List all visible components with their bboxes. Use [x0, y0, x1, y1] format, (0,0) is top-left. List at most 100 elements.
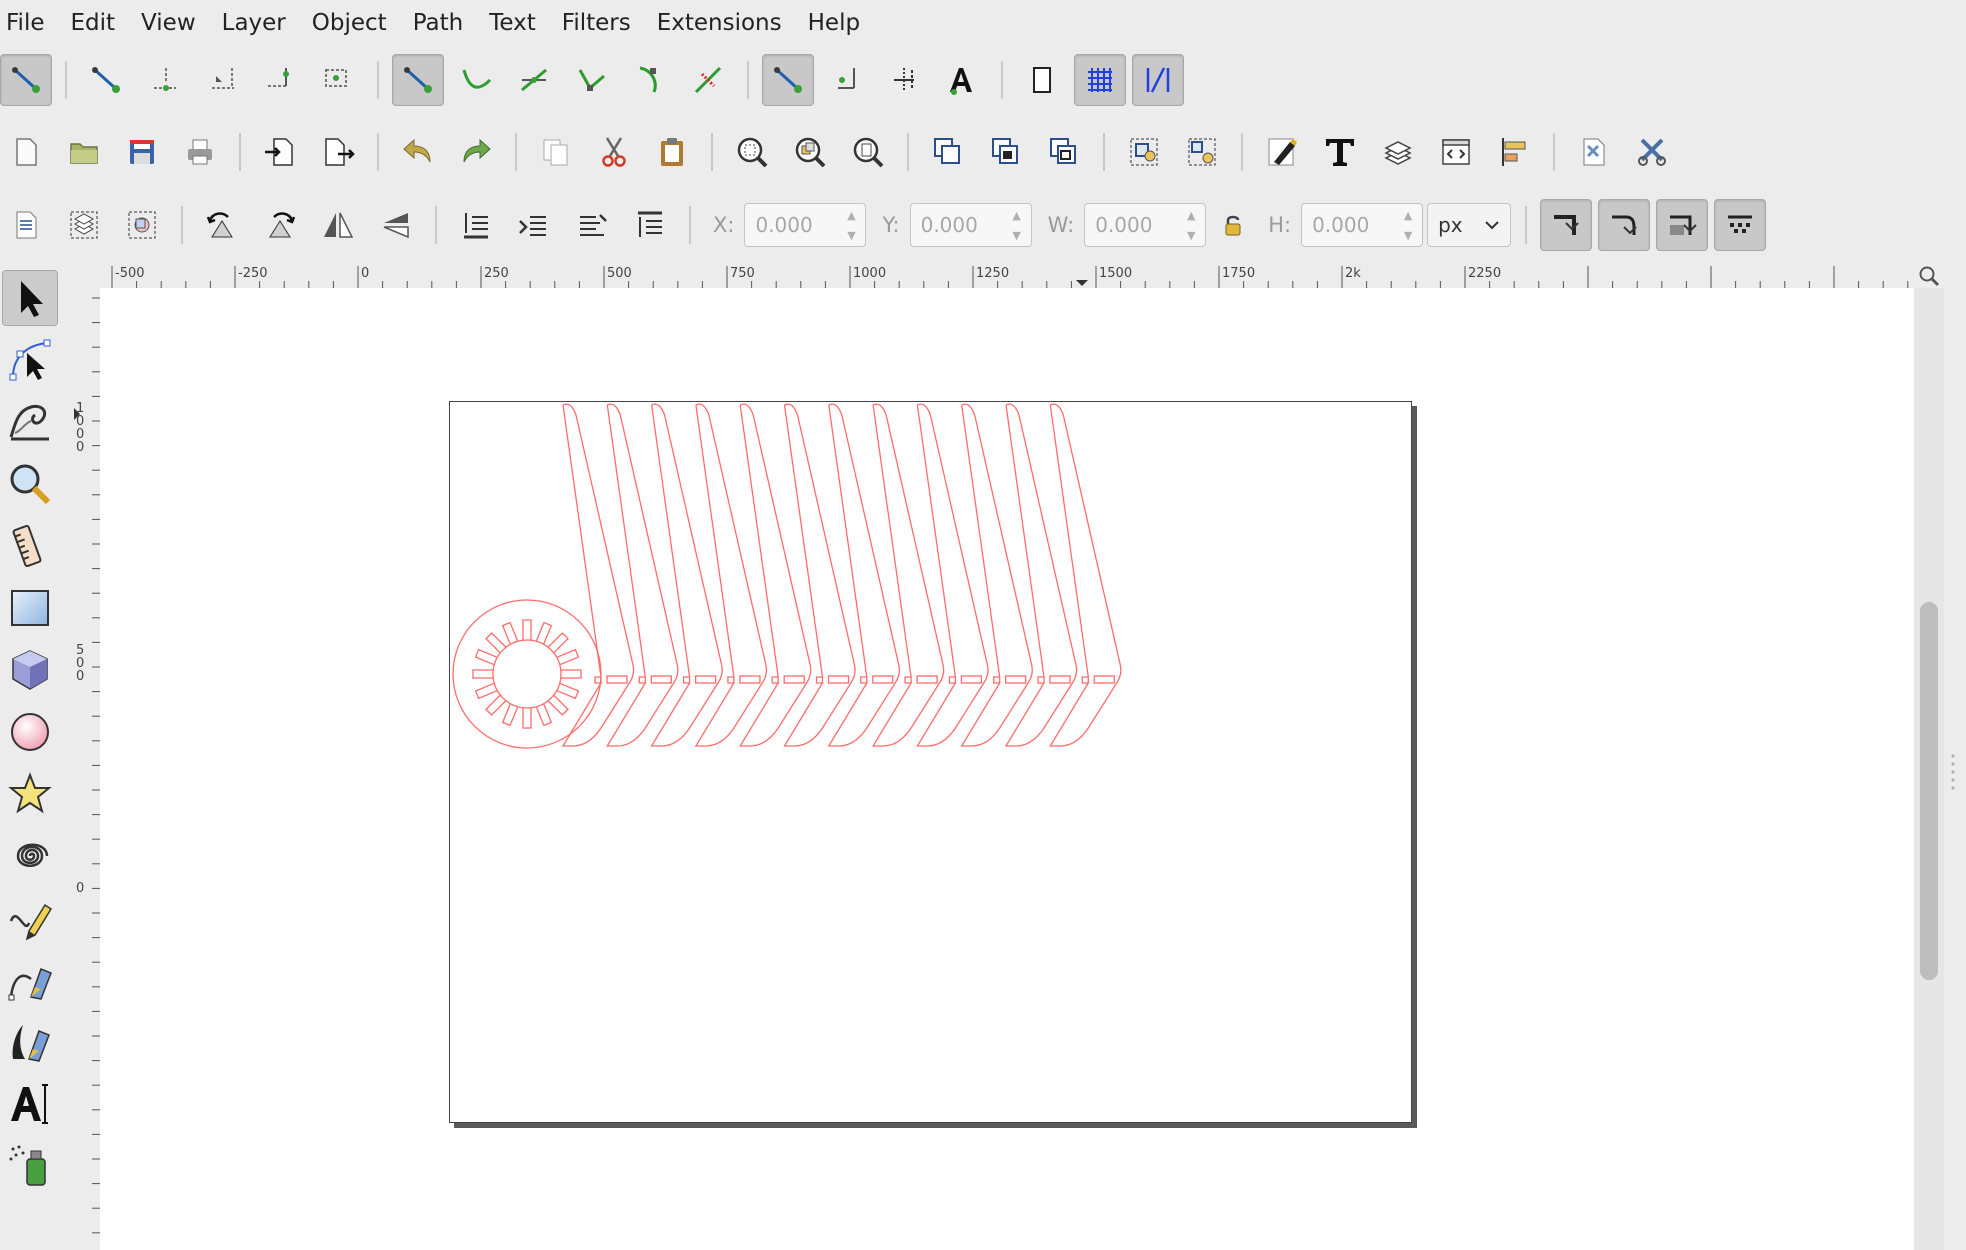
copy-button[interactable] — [530, 126, 582, 178]
zoom-drawing-button[interactable] — [784, 126, 836, 178]
scale-stroke-button[interactable] — [1540, 199, 1593, 251]
redo-button[interactable] — [450, 126, 502, 178]
spiral-tool[interactable] — [2, 828, 58, 884]
ungroup-button[interactable] — [1176, 126, 1228, 178]
document-properties-button[interactable] — [1568, 126, 1620, 178]
spray-tool[interactable] — [2, 1138, 58, 1194]
vertical-ruler[interactable]: 10005000 — [66, 288, 100, 1250]
star-tool[interactable] — [2, 766, 58, 822]
x-field[interactable] — [745, 205, 840, 245]
w-field[interactable] — [1085, 205, 1180, 245]
rotate-cw-button[interactable] — [254, 199, 306, 251]
snap-rotation-center-button[interactable] — [878, 54, 930, 106]
spin-down-icon[interactable]: ▼ — [847, 228, 855, 244]
text-font-button[interactable] — [1314, 126, 1366, 178]
preferences-button[interactable] — [1626, 126, 1678, 178]
import-button[interactable] — [254, 126, 306, 178]
select-all-button[interactable] — [0, 199, 52, 251]
w-spinbox[interactable]: ▲▼ — [1084, 203, 1207, 247]
h-spin-arrows[interactable]: ▲ ▼ — [1398, 208, 1418, 244]
y-spin-arrows[interactable]: ▲ ▼ — [1007, 208, 1027, 244]
3dbox-tool[interactable] — [2, 642, 58, 698]
vertical-scrollbar[interactable] — [1914, 288, 1944, 1250]
rotate-ccw-button[interactable] — [196, 199, 248, 251]
cut-button[interactable] — [588, 126, 640, 178]
snap-grid-button[interactable] — [1074, 54, 1126, 106]
y-spinbox[interactable]: ▲▼ — [909, 203, 1032, 247]
zoom-page-button[interactable] — [842, 126, 894, 178]
menu-path[interactable]: Path — [400, 0, 477, 46]
node-tool[interactable] — [2, 332, 58, 388]
menu-view[interactable]: View — [128, 0, 209, 46]
snap-path-intersection-button[interactable] — [508, 54, 560, 106]
select-all-layers-button[interactable] — [58, 199, 110, 251]
paste-button[interactable] — [646, 126, 698, 178]
save-document-button[interactable] — [116, 126, 168, 178]
print-document-button[interactable] — [174, 126, 226, 178]
pen-tool[interactable] — [2, 952, 58, 1008]
unit-select[interactable]: px — [1427, 203, 1512, 247]
group-button[interactable] — [1118, 126, 1170, 178]
spin-down-icon[interactable]: ▼ — [1187, 228, 1195, 244]
snap-path-button[interactable] — [450, 54, 502, 106]
snap-line-midpoint-button[interactable] — [682, 54, 734, 106]
h-spinbox[interactable]: ▲▼ — [1301, 203, 1424, 247]
tweak-tool[interactable] — [2, 394, 58, 450]
snap-bbox-corner-button[interactable] — [196, 54, 248, 106]
zoom-selection-button[interactable] — [726, 126, 778, 178]
snap-bbox-midpoint-button[interactable] — [254, 54, 306, 106]
spin-down-icon[interactable]: ▼ — [1404, 228, 1412, 244]
undo-button[interactable] — [392, 126, 444, 178]
menu-filters[interactable]: Filters — [549, 0, 644, 46]
snap-smooth-nodes-button[interactable] — [624, 54, 676, 106]
dock-handle[interactable] — [1944, 264, 1966, 1250]
unlink-clone-button[interactable] — [1038, 126, 1090, 178]
menu-help[interactable]: Help — [795, 0, 873, 46]
layers-button[interactable] — [1372, 126, 1424, 178]
y-field[interactable] — [910, 205, 1005, 245]
zoom-tool[interactable] — [2, 456, 58, 512]
spin-up-icon[interactable]: ▲ — [1404, 208, 1412, 224]
align-distribute-button[interactable] — [1488, 126, 1540, 178]
menu-object[interactable]: Object — [299, 0, 400, 46]
ellipse-tool[interactable] — [2, 704, 58, 760]
spin-down-icon[interactable]: ▼ — [1012, 228, 1020, 244]
x-spinbox[interactable]: ▲▼ — [744, 203, 867, 247]
fill-stroke-button[interactable] — [1256, 126, 1308, 178]
flip-horizontal-button[interactable] — [312, 199, 364, 251]
snap-bbox-edge-button[interactable] — [138, 54, 190, 106]
snap-nodes-button[interactable] — [392, 54, 444, 106]
menu-edit[interactable]: Edit — [58, 0, 129, 46]
lower-button[interactable] — [508, 199, 560, 251]
snap-guide-button[interactable] — [1132, 54, 1184, 106]
measure-tool[interactable] — [2, 518, 58, 574]
menu-extensions[interactable]: Extensions — [644, 0, 795, 46]
drawing-canvas[interactable] — [100, 288, 1914, 1250]
selector-tool[interactable] — [2, 270, 58, 326]
menu-layer[interactable]: Layer — [209, 0, 299, 46]
xml-editor-button[interactable] — [1430, 126, 1482, 178]
zoom-correction-button[interactable] — [1914, 264, 1944, 288]
pencil-tool[interactable] — [2, 890, 58, 946]
snap-bbox-center-button[interactable] — [312, 54, 364, 106]
flip-vertical-button[interactable] — [370, 199, 422, 251]
transform-patterns-button[interactable] — [1714, 199, 1767, 251]
spin-up-icon[interactable]: ▲ — [1012, 208, 1020, 224]
drawing-layer[interactable] — [100, 288, 1914, 1250]
deselect-button[interactable] — [116, 199, 168, 251]
raise-to-top-button[interactable] — [624, 199, 676, 251]
spin-up-icon[interactable]: ▲ — [847, 208, 855, 224]
clone-button[interactable] — [980, 126, 1032, 178]
duplicate-button[interactable] — [922, 126, 974, 178]
menu-text[interactable]: Text — [476, 0, 549, 46]
lower-to-bottom-button[interactable] — [450, 199, 502, 251]
snap-enable-button[interactable] — [0, 54, 52, 106]
snap-object-center-button[interactable] — [820, 54, 872, 106]
snap-cusp-nodes-button[interactable] — [566, 54, 618, 106]
raise-button[interactable] — [566, 199, 618, 251]
horizontal-ruler[interactable]: -500 -250 0 250 500 750 1000 1250 1500 1750 2k 2250 — [100, 264, 1914, 288]
text-tool[interactable] — [2, 1076, 58, 1132]
calligraphy-tool[interactable] — [2, 1014, 58, 1070]
x-spin-arrows[interactable]: ▲ ▼ — [841, 208, 861, 244]
w-spin-arrows[interactable]: ▲ ▼ — [1181, 208, 1201, 244]
